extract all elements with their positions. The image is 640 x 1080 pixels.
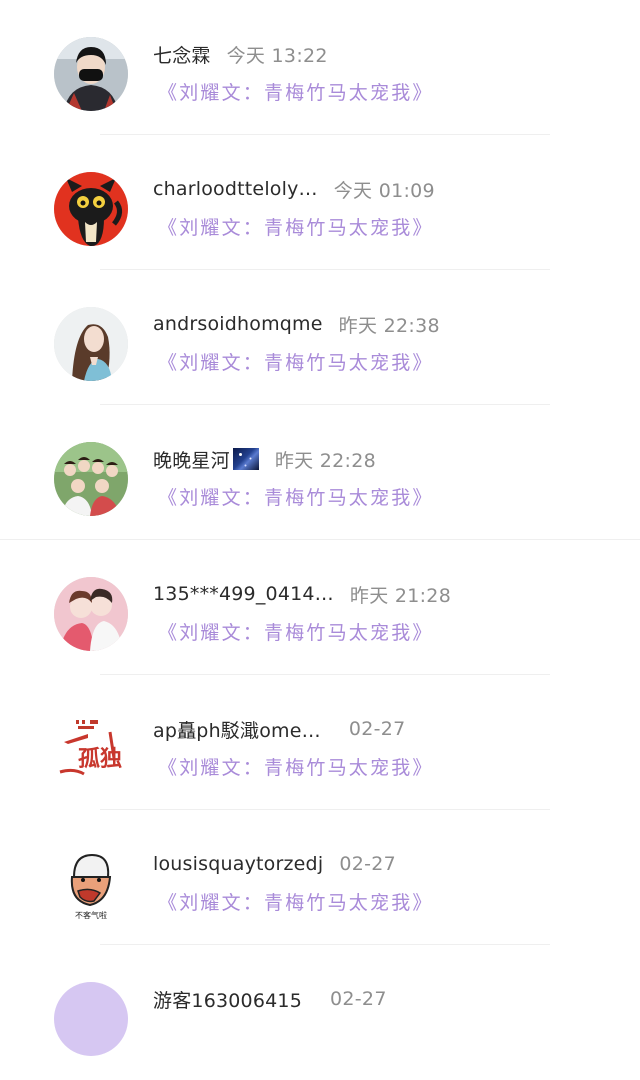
message-row[interactable]: 七念霖 今天 13:22 《刘耀文：青梅竹马太宠我》 (0, 0, 640, 135)
timestamp: 02-27 (330, 988, 387, 1010)
timestamp: 今天 01:09 (333, 179, 435, 202)
message-row[interactable]: 游客163006415 02-27 (0, 945, 640, 1080)
starry-sky-emoji-icon (232, 448, 259, 470)
message-row[interactable]: 135***499_0414… 昨天 21:28 《刘耀文：青梅竹马太宠我》 (0, 540, 640, 675)
message-list: 七念霖 今天 13:22 《刘耀文：青梅竹马太宠我》 charloodttelo… (0, 0, 640, 1056)
username[interactable]: ap矗ph駁濈ome… (153, 716, 321, 743)
username[interactable]: 135***499_0414… (153, 583, 334, 605)
username[interactable]: 游客163006415 (153, 986, 302, 1013)
book-title-link[interactable]: 《刘耀文：青梅竹马太宠我》 (158, 753, 434, 780)
book-title-link[interactable]: 《刘耀文：青梅竹马太宠我》 (158, 213, 434, 240)
red-calligraphy-avatar-icon[interactable]: 孤独 (54, 712, 128, 786)
message-row[interactable]: 孤独 ap矗ph駁濈ome… 02-27 《刘耀文：青梅竹马太宠我》 (0, 675, 640, 810)
avatar-caption: 不客气啦 (75, 910, 107, 920)
username[interactable]: 晚晚星河 (153, 446, 230, 473)
message-row[interactable]: 晚晚星河 昨天 22:28 《刘耀文：青梅竹马太宠我》 (0, 405, 640, 540)
message-row[interactable]: 不客气啦 lousisquaytorzedj 02-27 《刘耀文：青梅竹马太宠… (0, 810, 640, 945)
timestamp: 昨天 22:28 (274, 449, 377, 472)
timestamp: 昨天 21:28 (349, 584, 452, 607)
timestamp: 昨天 22:38 (338, 314, 440, 337)
timestamp: 02-27 (348, 718, 406, 740)
book-title-link[interactable]: 《刘耀文：青梅竹马太宠我》 (158, 888, 434, 915)
book-title-link[interactable]: 《刘耀文：青梅竹马太宠我》 (158, 348, 434, 375)
cartoon-cat-avatar-icon[interactable] (54, 172, 128, 246)
default-purple-avatar-icon[interactable] (54, 982, 128, 1056)
book-title-link[interactable]: 《刘耀文：青梅竹马太宠我》 (158, 618, 434, 645)
timestamp: 02-27 (339, 853, 397, 875)
book-title-link[interactable]: 《刘耀文：青梅竹马太宠我》 (158, 78, 434, 105)
message-row[interactable]: andrsoidhomqme 昨天 22:38 《刘耀文：青梅竹马太宠我》 (0, 270, 640, 405)
user-avatar-black-mask-icon[interactable] (54, 37, 128, 111)
girl-photo-avatar-icon[interactable] (54, 307, 128, 381)
username[interactable]: 七念霖 (153, 41, 211, 68)
message-row[interactable]: charloodtteloly… 今天 01:09 《刘耀文：青梅竹马太宠我》 (0, 135, 640, 270)
pink-photo-avatar-icon[interactable] (54, 577, 128, 651)
group-photo-avatar-icon[interactable] (54, 442, 128, 516)
cartoon-face-avatar-icon[interactable]: 不客气啦 (54, 847, 128, 921)
book-title-link[interactable]: 《刘耀文：青梅竹马太宠我》 (158, 483, 434, 510)
timestamp: 今天 13:22 (226, 44, 328, 67)
username[interactable]: andrsoidhomqme (153, 313, 323, 335)
avatar-text: 孤独 (78, 746, 122, 772)
username[interactable]: charloodtteloly… (153, 178, 318, 200)
username[interactable]: lousisquaytorzedj (153, 853, 323, 875)
